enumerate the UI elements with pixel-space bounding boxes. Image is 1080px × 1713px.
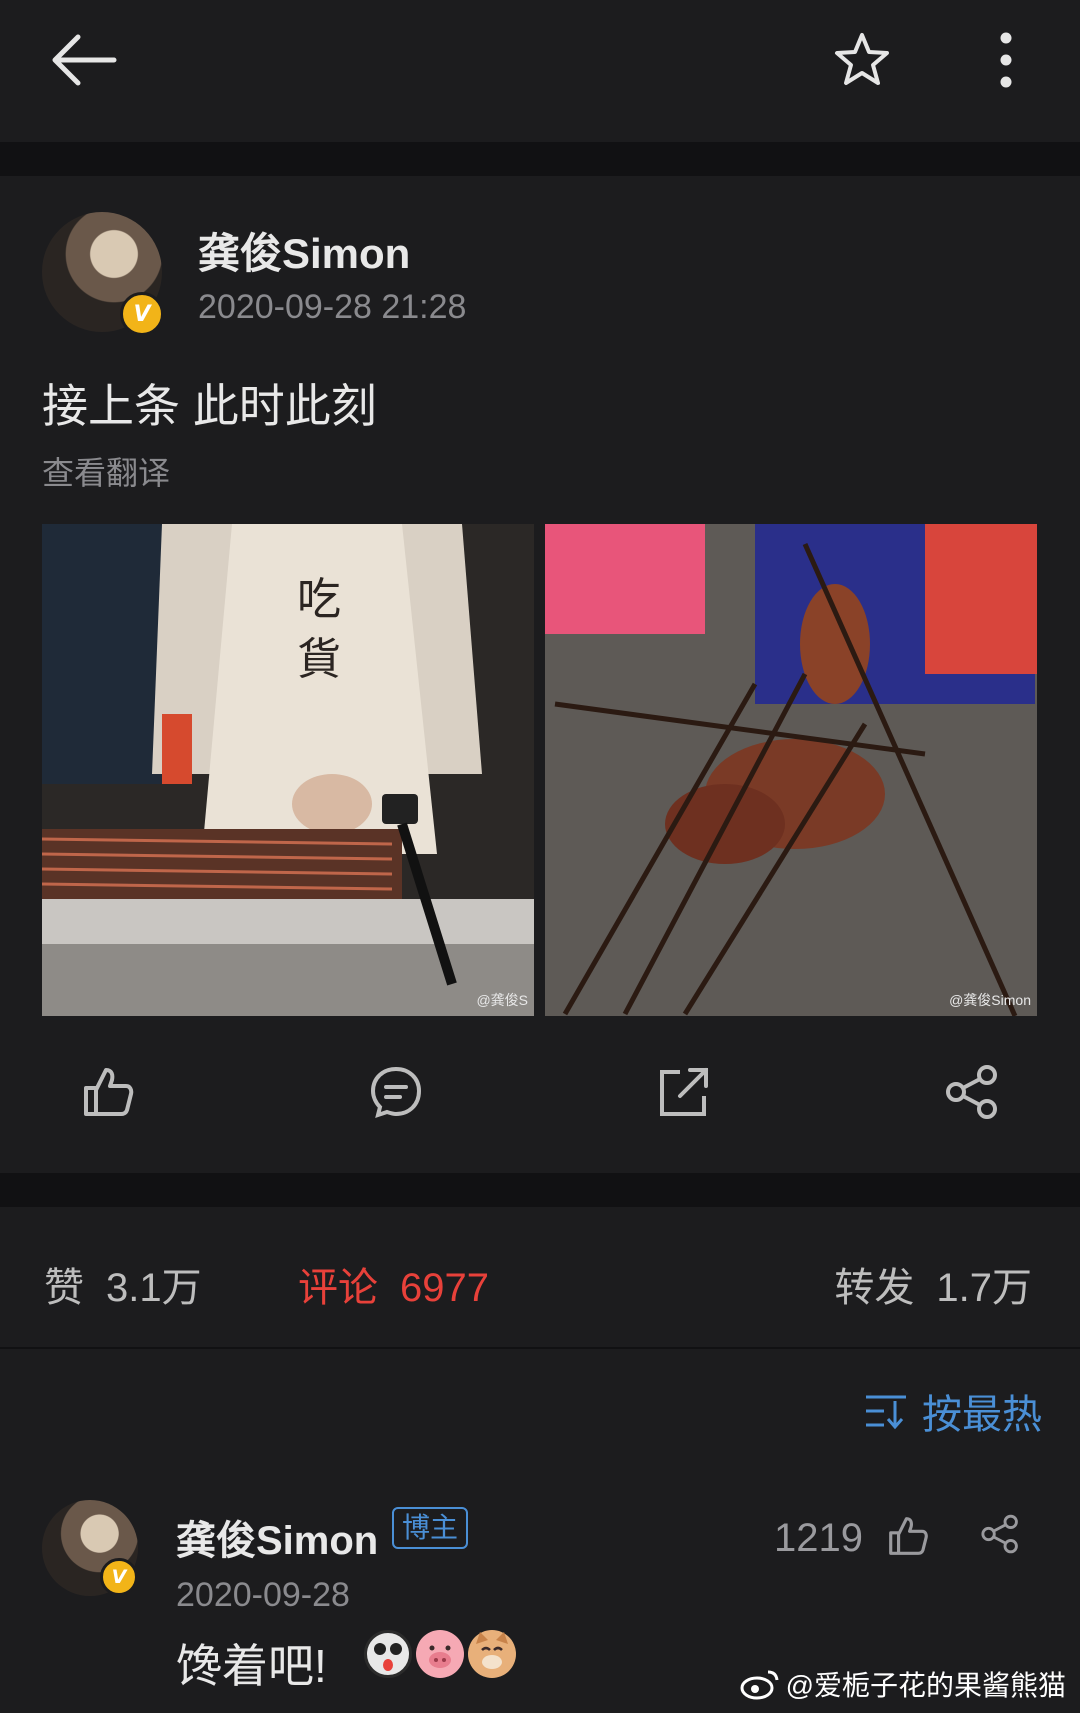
tab-likes[interactable]: 赞 3.1万 xyxy=(44,1255,202,1313)
cat-emoji xyxy=(468,1630,516,1678)
watermark-text: @爱栀子花的果酱熊猫 xyxy=(785,1670,1066,1701)
likes-count: 3.1万 xyxy=(106,1266,202,1310)
post-time: 2020-09-28 21:28 xyxy=(198,288,467,326)
comment-button[interactable] xyxy=(360,1056,432,1128)
star-icon xyxy=(835,33,889,85)
panda-tongue-emoji xyxy=(364,1630,412,1678)
share-icon xyxy=(946,1065,997,1119)
sort-icon xyxy=(866,1395,906,1430)
tab-comments[interactable]: 评论 6977 xyxy=(298,1255,489,1313)
sort-label: 按最热 xyxy=(922,1393,1042,1437)
translate-link[interactable]: 查看翻译 xyxy=(42,448,170,494)
post-photo-2[interactable]: @龚俊Simon xyxy=(545,524,1037,1016)
comments-count: 6977 xyxy=(400,1266,489,1310)
tab-reposts[interactable]: 转发 1.7万 xyxy=(834,1255,1032,1313)
post-text: 接上条 此时此刻 xyxy=(42,380,377,432)
comment-emojis xyxy=(364,1630,516,1678)
back-button[interactable] xyxy=(44,28,124,92)
photo-watermark: @龚俊Simon xyxy=(949,992,1031,1008)
share-button[interactable] xyxy=(936,1056,1008,1128)
reposts-count: 1.7万 xyxy=(936,1266,1032,1310)
favorite-button[interactable] xyxy=(826,24,898,96)
svg-text:貨: 貨 xyxy=(297,634,341,685)
apron-grill-image: 吃 貨 xyxy=(42,524,534,1016)
arrow-left-icon xyxy=(52,34,117,86)
post-action-bar xyxy=(0,1036,1080,1146)
likes-label: 赞 xyxy=(44,1266,84,1310)
thumbs-up-icon xyxy=(84,1068,134,1116)
top-bar xyxy=(0,0,1080,142)
skewers-image xyxy=(545,524,1037,1016)
section-divider xyxy=(0,1173,1080,1207)
comment-time: 2020-09-28 xyxy=(176,1576,350,1614)
section-divider xyxy=(0,142,1080,176)
stats-divider xyxy=(0,1347,1080,1349)
pig-emoji xyxy=(416,1630,464,1678)
sort-button[interactable]: 按最热 xyxy=(864,1382,1042,1440)
comment-like-count: 1219 xyxy=(774,1516,863,1560)
comment-author[interactable]: 龚俊Simon xyxy=(176,1508,378,1566)
weibo-watermark: @爱栀子花的果酱熊猫 xyxy=(740,1664,1066,1704)
comment-share-button[interactable] xyxy=(980,1514,1024,1558)
share-icon xyxy=(981,1514,1018,1554)
more-button[interactable] xyxy=(980,24,1032,96)
blogger-badge: 博主 xyxy=(392,1507,469,1549)
more-vertical-icon xyxy=(1000,32,1012,88)
photo-watermark: @龚俊S xyxy=(476,992,528,1008)
comment-text: 馋着吧! xyxy=(176,1640,327,1692)
like-button[interactable] xyxy=(72,1056,144,1128)
repost-button[interactable] xyxy=(648,1056,720,1128)
thumbs-up-icon xyxy=(889,1517,928,1555)
post-card: V 龚俊Simon 2020-09-28 21:28 接上条 此时此刻 查看翻译… xyxy=(0,176,1080,1173)
comment-icon xyxy=(370,1066,422,1119)
verified-badge: V xyxy=(100,1558,138,1596)
weibo-logo-icon xyxy=(740,1670,779,1700)
stats-tabs: 赞 3.1万 评论 6977 转发 1.7万 xyxy=(0,1207,1080,1347)
author-name[interactable]: 龚俊Simon xyxy=(198,220,410,281)
post-photo-1[interactable]: 吃 貨 @龚俊S xyxy=(42,524,534,1016)
reposts-label: 转发 xyxy=(834,1266,915,1310)
repost-icon xyxy=(660,1068,708,1116)
verified-badge: V xyxy=(120,292,164,336)
svg-text:吃: 吃 xyxy=(297,574,341,625)
comment-like-button[interactable] xyxy=(886,1512,930,1560)
comments-label: 评论 xyxy=(298,1266,378,1310)
